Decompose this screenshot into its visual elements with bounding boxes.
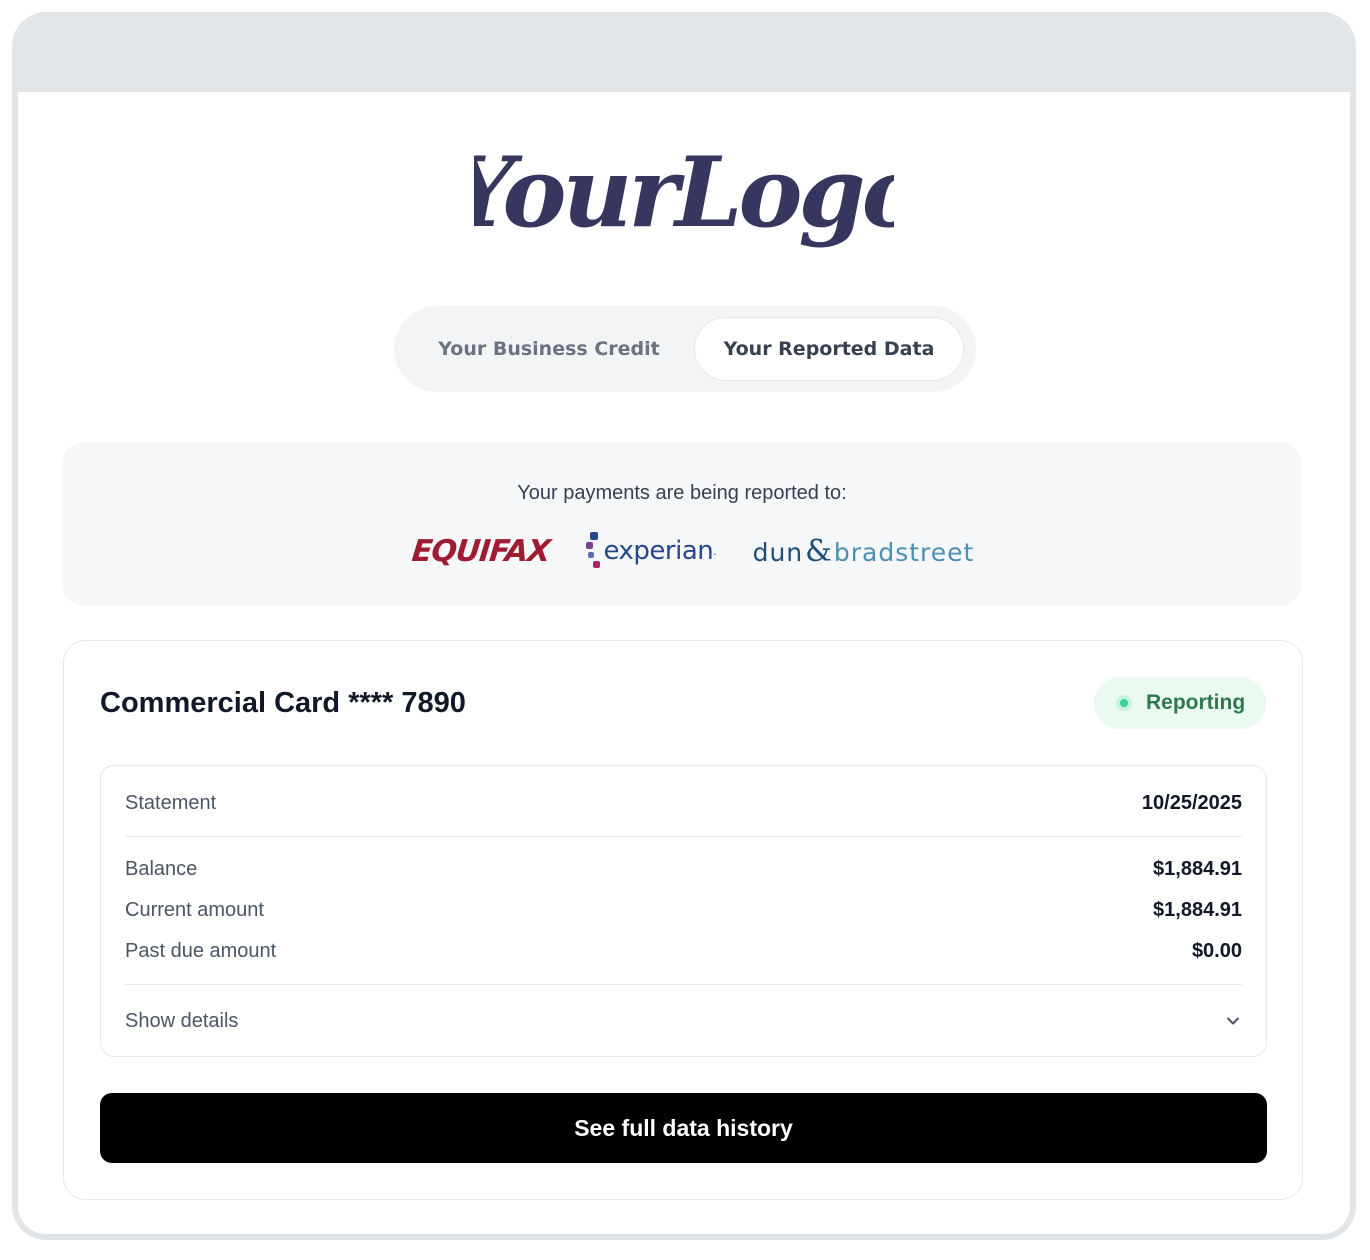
- current-amount-value: $1,884.91: [1153, 899, 1242, 921]
- see-full-history-button[interactable]: See full data history: [100, 1093, 1267, 1163]
- card-title: Commercial Card **** 7890: [100, 687, 466, 719]
- divider: [125, 836, 1242, 837]
- dnb-word-1: dun: [752, 537, 804, 567]
- account-details: Statement 10/25/2025 Balance $1,884.91 C…: [100, 765, 1267, 1057]
- logo-graphic: YourLogo: [474, 136, 894, 249]
- balance-label: Balance: [125, 858, 198, 880]
- app-window: YourLogo Your Business Credit Your Repor…: [12, 12, 1356, 1240]
- experian-dots-icon: [585, 530, 602, 572]
- company-logo: YourLogo: [18, 128, 1350, 258]
- experian-mark: .: [713, 544, 717, 558]
- tab-switcher: Your Business Credit Your Reported Data: [394, 306, 976, 392]
- equifax-logo: EQUIFAX: [410, 533, 552, 569]
- dnb-ampersand: &: [805, 533, 832, 569]
- current-amount-label: Current amount: [125, 899, 264, 921]
- past-due-row: Past due amount $0.00: [125, 940, 1242, 963]
- experian-wordmark: experian: [603, 536, 714, 566]
- status-badge: Reporting: [1094, 677, 1266, 729]
- balance-value: $1,884.91: [1153, 858, 1242, 880]
- show-details-toggle[interactable]: Show details: [125, 1006, 1242, 1036]
- status-label: Reporting: [1146, 691, 1246, 714]
- dnb-word-2: bradstreet: [833, 537, 975, 567]
- bureau-logos: EQUIFAX experian . dun & bradstreet: [410, 526, 975, 576]
- reporting-panel: Your payments are being reported to: EQU…: [62, 442, 1302, 606]
- statement-label: Statement: [125, 792, 217, 814]
- dun-bradstreet-logo: dun & bradstreet: [753, 534, 975, 569]
- experian-logo: experian .: [585, 530, 717, 572]
- past-due-value: $0.00: [1191, 940, 1242, 962]
- current-amount-row: Current amount $1,884.91: [125, 899, 1242, 922]
- balance-row: Balance $1,884.91: [125, 858, 1242, 881]
- chevron-down-icon[interactable]: [1224, 1012, 1242, 1030]
- logo-text: YourLogo: [474, 136, 894, 249]
- status-dot-icon: [1120, 699, 1128, 707]
- tab-reported-data[interactable]: Your Reported Data: [694, 317, 964, 381]
- statement-value: 10/25/2025: [1141, 792, 1242, 814]
- content-area: YourLogo Your Business Credit Your Repor…: [18, 92, 1350, 1234]
- divider: [125, 984, 1242, 985]
- past-due-label: Past due amount: [125, 940, 277, 962]
- statement-row: Statement 10/25/2025: [125, 792, 1242, 815]
- tab-business-credit[interactable]: Your Business Credit: [404, 317, 694, 381]
- account-card: Commercial Card **** 7890 Reporting Stat…: [63, 640, 1303, 1200]
- reporting-heading: Your payments are being reported to:: [517, 482, 847, 504]
- show-details-label: Show details: [125, 1009, 239, 1032]
